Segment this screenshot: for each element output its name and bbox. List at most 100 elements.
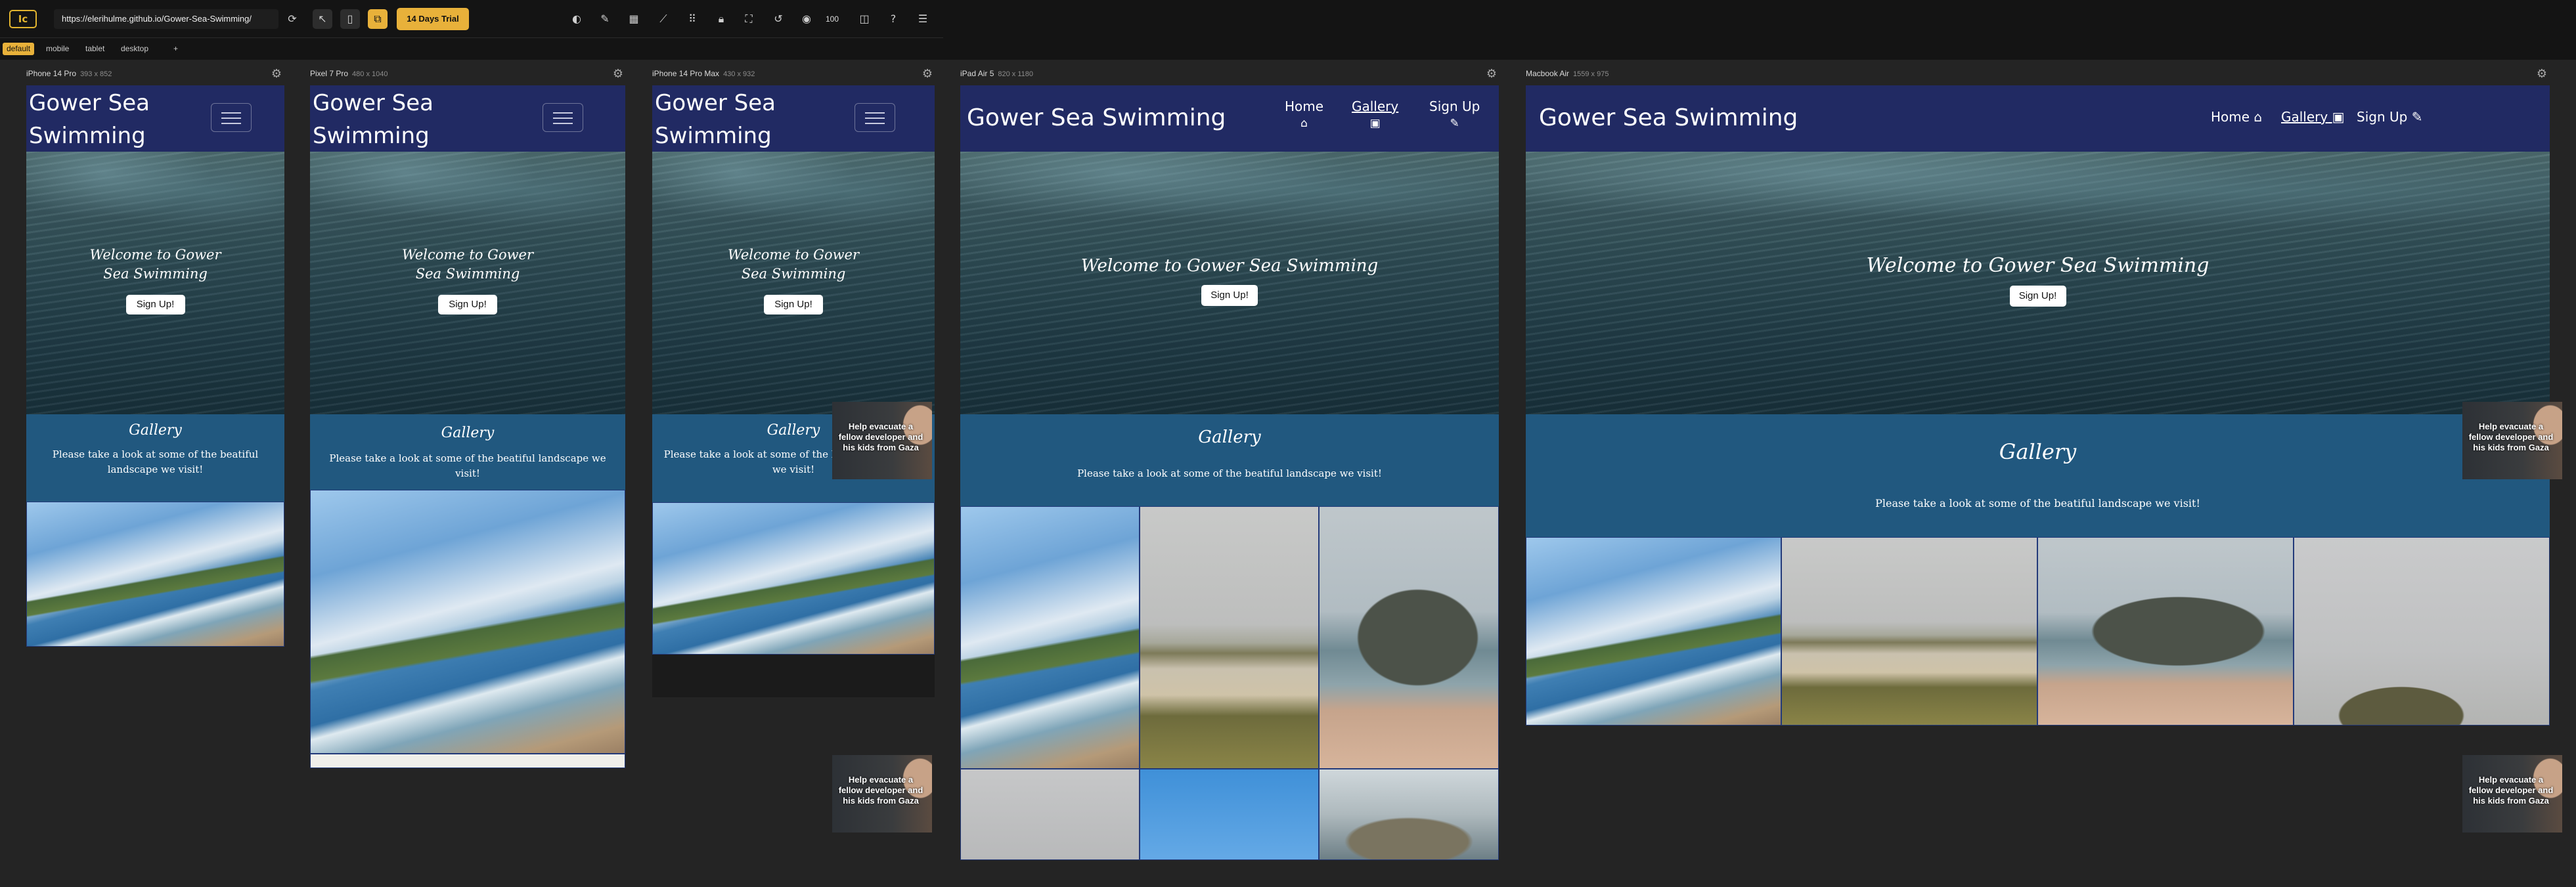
- gallery-image[interactable]: [1526, 537, 1781, 725]
- signup-hero-button[interactable]: Sign Up!: [2009, 286, 2066, 307]
- fullscreen-icon[interactable]: ⛶: [739, 9, 759, 29]
- toolbar: Ic https://elerihulme.github.io/Gower-Se…: [0, 0, 943, 38]
- gallery-section: Gallery Please take a look at some of th…: [310, 414, 625, 490]
- device-label: iPhone 14 Pro 393 x 852: [26, 69, 112, 78]
- tab-mobile[interactable]: mobile: [42, 43, 73, 55]
- navbar: Gower Sea Swimming Home ⌂ Gallery ▣ Sign…: [1526, 85, 2550, 152]
- tab-tablet[interactable]: tablet: [81, 43, 108, 55]
- app-logo[interactable]: Ic: [9, 10, 37, 28]
- gallery-image[interactable]: [310, 754, 625, 768]
- zoom-level[interactable]: 100: [826, 9, 839, 29]
- gear-icon[interactable]: ⚙: [269, 67, 284, 81]
- navbar: Gower Sea Swimming: [310, 85, 625, 152]
- gallery-title: Gallery: [1999, 439, 2077, 464]
- menu-icon[interactable]: ☰: [913, 9, 933, 29]
- gaza-appeal-banner[interactable]: Help evacuate a fellow developer and his…: [832, 755, 932, 833]
- reload-icon[interactable]: ⟳: [282, 9, 302, 29]
- gear-icon[interactable]: ⚙: [611, 67, 625, 81]
- device-label: Macbook Air 1559 x 975: [1526, 69, 1609, 78]
- hero-banner: Welcome to Gower Sea Swimming Sign Up!: [310, 152, 625, 414]
- hamburger-menu-button[interactable]: [855, 103, 895, 132]
- device-pixel-7-pro: Gower Sea Swimming Welcome to Gower Sea Sw…: [310, 85, 625, 768]
- hero-title: Welcome to Gower Sea Swimming: [401, 247, 534, 282]
- brand-title[interactable]: Gower Sea Swimming: [655, 87, 776, 152]
- gallery-image[interactable]: [1319, 506, 1499, 769]
- gallery-image[interactable]: [2294, 537, 2550, 725]
- split-icon[interactable]: ◫: [855, 9, 874, 29]
- gallery-image[interactable]: [2037, 537, 2294, 725]
- device-label: iPad Air 5 820 x 1180: [960, 69, 1033, 78]
- nav-signup[interactable]: Sign Up ✎: [1429, 98, 1480, 130]
- camera-icon[interactable]: ◉: [797, 9, 816, 29]
- gallery-image[interactable]: [960, 506, 1140, 769]
- trial-button[interactable]: 14 Days Trial: [397, 8, 469, 30]
- lock-icon[interactable]: 🔒︎: [711, 9, 731, 29]
- nav-gallery[interactable]: Gallery ▣: [1352, 98, 1398, 130]
- gallery-section: Gallery Please take a look at some of th…: [960, 414, 1499, 506]
- tab-default[interactable]: default: [3, 43, 35, 55]
- edit-icon: ✎: [1450, 117, 1459, 130]
- tab-desktop[interactable]: desktop: [117, 43, 152, 55]
- nav-home[interactable]: Home ⌂: [2211, 109, 2262, 125]
- gallery-text: Please take a look at some of the beatif…: [52, 448, 259, 476]
- hero-banner: Welcome to Gower Sea Swimming Sign Up!: [1526, 152, 2550, 414]
- gaza-appeal-banner[interactable]: Help evacuate a fellow developer and his…: [832, 402, 932, 479]
- gaza-appeal-banner[interactable]: Help evacuate a fellow developer and his…: [2462, 755, 2562, 833]
- hero-title: Welcome to Gower Sea Swimming: [1866, 254, 2210, 277]
- devices-icon[interactable]: ⧉: [368, 9, 388, 29]
- gallery-text: Please take a look at some of the beatif…: [1875, 497, 2200, 509]
- gaza-appeal-banner[interactable]: Help evacuate a fellow developer and his…: [2462, 402, 2562, 479]
- ruler-icon[interactable]: ⟋: [654, 9, 673, 29]
- gallery-image[interactable]: [1140, 769, 1319, 860]
- gallery-title: Gallery: [129, 422, 182, 439]
- brand-title[interactable]: Gower Sea Swimming: [29, 87, 150, 152]
- preset-tabs: default mobile tablet desktop +: [0, 38, 943, 60]
- gallery-title: Gallery: [441, 425, 495, 441]
- signup-hero-button[interactable]: Sign Up!: [1201, 285, 1258, 306]
- nav-gallery[interactable]: Gallery ▣: [2281, 109, 2345, 125]
- gallery-image[interactable]: [652, 502, 935, 655]
- brand-title[interactable]: Gower Sea Swimming: [313, 87, 433, 152]
- eyedropper-icon[interactable]: ✎: [595, 9, 615, 29]
- help-icon[interactable]: ?: [883, 9, 903, 29]
- gallery-image[interactable]: [960, 769, 1140, 860]
- url-input[interactable]: https://elerihulme.github.io/Gower-Sea-S…: [54, 9, 278, 29]
- device-ipad-air-5: Gower Sea Swimming Home ⌂ Gallery ▣ Sign U…: [960, 85, 1499, 860]
- navbar: Gower Sea Swimming: [652, 85, 935, 152]
- toolbar-extension: [943, 0, 2576, 60]
- pointer-icon[interactable]: ↖: [313, 9, 332, 29]
- gear-icon[interactable]: ⚙: [920, 67, 935, 81]
- layout-icon[interactable]: ⠿: [682, 9, 702, 29]
- rotate-icon[interactable]: ↺: [768, 9, 788, 29]
- hamburger-menu-button[interactable]: [211, 103, 252, 132]
- nav-home[interactable]: Home ⌂: [1285, 98, 1323, 130]
- brand-title[interactable]: Gower Sea Swimming: [967, 104, 1226, 133]
- phone-icon[interactable]: ▯: [340, 9, 360, 29]
- gallery-title: Gallery: [1198, 427, 1261, 447]
- gallery-image[interactable]: [26, 502, 284, 647]
- signup-hero-button[interactable]: Sign Up!: [764, 295, 823, 314]
- gallery-text: Please take a look at some of the beatif…: [329, 452, 606, 480]
- signup-hero-button[interactable]: Sign Up!: [125, 295, 185, 314]
- gallery-image[interactable]: [1140, 506, 1319, 769]
- gallery-section: Gallery Please take a look at some of th…: [26, 414, 284, 502]
- device-macbook-air: Gower Sea Swimming Home ⌂ Gallery ▣ Sign…: [1526, 85, 2550, 725]
- brand-title[interactable]: Gower Sea Swimming: [1539, 104, 1798, 133]
- gallery-image[interactable]: [1781, 537, 2037, 725]
- gear-icon[interactable]: ⚙: [1484, 67, 1499, 81]
- palette-icon[interactable]: ◐: [567, 9, 587, 29]
- add-tab-button[interactable]: +: [169, 43, 182, 55]
- hamburger-menu-button[interactable]: [543, 103, 583, 132]
- gallery-image[interactable]: [1319, 769, 1499, 860]
- nav-signup[interactable]: Sign Up ✎: [2357, 109, 2422, 125]
- gear-icon[interactable]: ⚙: [2535, 67, 2549, 81]
- image-icon: ▣: [2332, 109, 2345, 125]
- edit-icon: ✎: [2411, 109, 2423, 125]
- grid-icon[interactable]: ▦: [624, 9, 644, 29]
- home-icon: ⌂: [1300, 117, 1308, 130]
- image-icon: ▣: [1369, 117, 1381, 130]
- hero-title: Welcome to Gower Sea Swimming: [89, 247, 221, 282]
- gallery-image[interactable]: [310, 490, 625, 754]
- hero-banner: Welcome to Gower Sea Swimming Sign Up!: [652, 152, 935, 414]
- signup-hero-button[interactable]: Sign Up!: [438, 295, 497, 314]
